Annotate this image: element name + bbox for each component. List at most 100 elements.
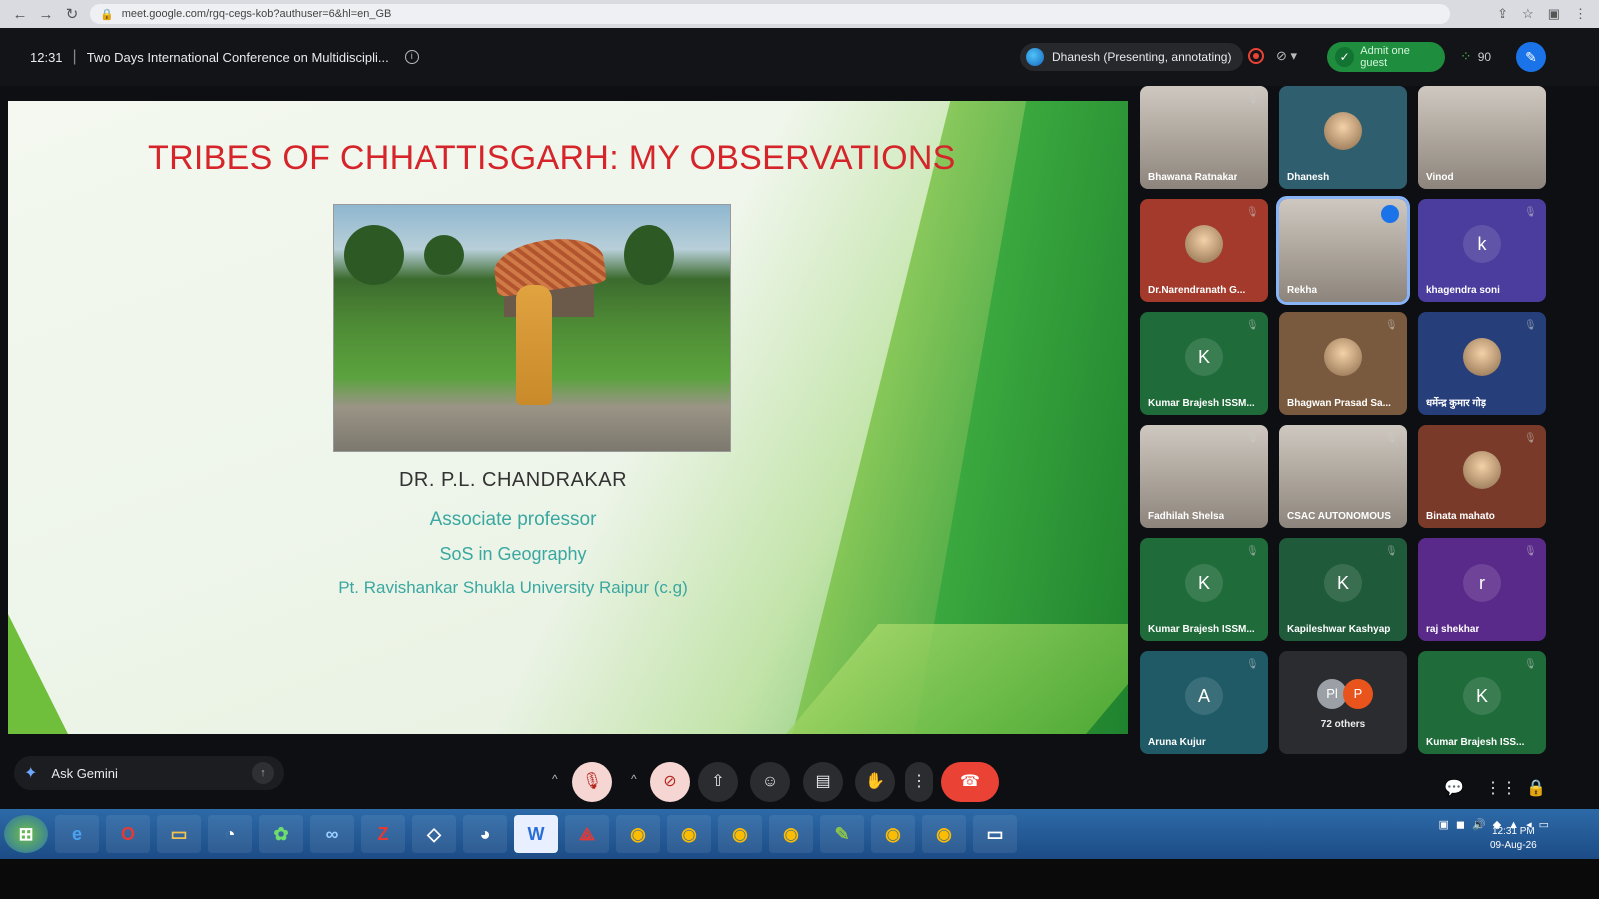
slide-photo: [333, 204, 731, 452]
file-explorer-icon[interactable]: ▭: [157, 815, 201, 853]
tray-icon[interactable]: ▣: [1438, 818, 1448, 831]
participant-tile[interactable]: Rekha: [1276, 196, 1410, 305]
participant-name: Vinod: [1426, 172, 1454, 183]
share-icon[interactable]: ⇪: [1497, 6, 1508, 22]
slide-author-department: SoS in Geography: [439, 544, 587, 564]
app-icon[interactable]: ∞: [310, 815, 354, 853]
participant-tile[interactable]: K Kapileshwar Kashyap 🎙: [1279, 538, 1407, 641]
send-arrow-icon[interactable]: ↑: [252, 762, 274, 784]
word-icon[interactable]: W: [514, 815, 558, 853]
host-controls-icon[interactable]: 🔒: [1526, 778, 1546, 798]
gemini-star-icon: ✦: [24, 765, 38, 782]
info-icon[interactable]: i: [404, 50, 419, 64]
participant-tile[interactable]: CSAC AUTONOMOUS 🎙: [1279, 425, 1407, 528]
participant-tile[interactable]: K Kumar Brajesh ISS... 🎙: [1418, 651, 1546, 754]
participant-tile[interactable]: K Kumar Brajesh ISSM... 🎙: [1140, 538, 1268, 641]
mic-options-icon[interactable]: ^: [552, 772, 558, 786]
notification-icon[interactable]: ▭: [1539, 818, 1549, 831]
chrome-icon[interactable]: ◉: [718, 815, 762, 853]
activities-grid-icon[interactable]: ⋮⋮: [1485, 778, 1517, 798]
mic-muted-icon: 🎙: [1246, 207, 1259, 218]
recording-icon[interactable]: [1248, 48, 1264, 64]
tray-icon[interactable]: ◼: [1456, 818, 1465, 831]
sidebar-icon[interactable]: ▣: [1548, 6, 1560, 22]
app-icon[interactable]: ✿: [259, 815, 303, 853]
chrome-icon[interactable]: ◉: [871, 815, 915, 853]
raise-hand-button[interactable]: ✋: [855, 762, 895, 802]
participant-avatar: [1463, 338, 1501, 377]
emoji-button[interactable]: ☺: [750, 762, 790, 802]
participant-tile[interactable]: k khagendra soni 🎙: [1418, 199, 1546, 302]
presenter-avatar: [1026, 48, 1044, 66]
participant-name: khagendra soni: [1426, 285, 1500, 296]
annotate-pen-icon[interactable]: ✎: [1516, 42, 1546, 72]
app-icon[interactable]: ✎: [820, 815, 864, 853]
chrome-icon[interactable]: ◉: [769, 815, 813, 853]
camera-options-icon[interactable]: ^: [631, 772, 637, 786]
mic-muted-icon: 🎙: [1246, 320, 1259, 331]
reload-icon[interactable]: ↻: [64, 5, 80, 23]
participant-tile[interactable]: r raj shekhar 🎙: [1418, 538, 1546, 641]
photo-woman: [516, 285, 552, 405]
app-icon[interactable]: ▭: [973, 815, 1017, 853]
admit-guest-button[interactable]: ✓ Admit one guest: [1327, 42, 1445, 72]
participant-name: Kumar Brajesh ISS...: [1426, 737, 1525, 748]
people-count[interactable]: ⁘ 90: [1460, 48, 1491, 65]
bookmark-star-icon[interactable]: ☆: [1522, 6, 1534, 22]
address-bar[interactable]: 🔒 meet.google.com/rgq-cegs-kob?authuser=…: [90, 4, 1450, 24]
slide-decor-wedge: [8, 614, 68, 734]
participant-name: Dhanesh: [1287, 172, 1330, 183]
participant-tile[interactable]: धर्मेन्द्र कुमार गोड़ 🎙: [1418, 312, 1546, 415]
menu-dots-icon[interactable]: ⋮: [1574, 6, 1587, 22]
start-button-icon[interactable]: ⊞: [4, 815, 48, 853]
participant-tile[interactable]: Bhagwan Prasad Sa... 🎙: [1279, 312, 1407, 415]
filezilla-icon[interactable]: Z: [361, 815, 405, 853]
present-screen-button[interactable]: ⇧: [698, 762, 738, 802]
more-options-button[interactable]: ⋮: [905, 762, 933, 802]
check-icon: ✓: [1335, 47, 1355, 67]
mic-muted-icon: 🎙: [1524, 207, 1537, 218]
slide-author-name: DR. P.L. CHANDRAKAR: [398, 469, 628, 491]
participant-tile[interactable]: Vinod: [1418, 86, 1546, 189]
app-icon[interactable]: ◇: [412, 815, 456, 853]
captions-button[interactable]: ▤: [803, 762, 843, 802]
camera-off-icon[interactable]: ⊘ ▾: [1276, 48, 1297, 64]
chrome-icon[interactable]: ◉: [667, 815, 711, 853]
participant-tile[interactable]: Pl P 72 others: [1279, 651, 1407, 754]
participant-avatar: K: [1185, 564, 1223, 603]
presenter-chip[interactable]: Dhanesh (Presenting, annotating): [1020, 43, 1244, 71]
app-icon[interactable]: ◕: [463, 815, 507, 853]
lock-icon: 🔒: [100, 8, 114, 21]
participant-name: Kapileshwar Kashyap: [1287, 624, 1391, 635]
mic-muted-icon: 🎙: [1524, 659, 1537, 670]
mic-off-button[interactable]: 🎙: [572, 762, 612, 802]
back-icon[interactable]: ←: [12, 6, 28, 23]
acrobat-icon[interactable]: ⟁: [565, 815, 609, 853]
people-count-value: 90: [1477, 49, 1492, 64]
chat-icon[interactable]: 💬: [1444, 778, 1464, 798]
participant-tile[interactable]: A Aruna Kujur 🎙: [1140, 651, 1268, 754]
participant-tile[interactable]: Fadhilah Shelsa 🎙: [1140, 425, 1268, 528]
participant-name: Fadhilah Shelsa: [1148, 511, 1225, 522]
opera-icon[interactable]: O: [106, 815, 150, 853]
volume-icon[interactable]: 🔊: [1472, 818, 1486, 831]
participant-avatar: [1463, 451, 1501, 490]
chrome-icon[interactable]: ◉: [616, 815, 660, 853]
participant-tile[interactable]: K Kumar Brajesh ISSM... 🎙: [1140, 312, 1268, 415]
presentation-slide: TRIBES OF CHHATTISGARH: MY OBSERVATIONS …: [8, 101, 1128, 734]
slide-author-university: Pt. Ravishankar Shukla University Raipur…: [338, 578, 688, 597]
app-icon[interactable]: ◔: [208, 815, 252, 853]
ask-gemini-box[interactable]: ✦ Ask Gemini ↑: [14, 756, 284, 790]
participant-name: Kumar Brajesh ISSM...: [1148, 398, 1255, 409]
participant-tile[interactable]: Binata mahato 🎙: [1418, 425, 1546, 528]
internet-explorer-icon[interactable]: e: [55, 815, 99, 853]
forward-icon[interactable]: →: [38, 6, 54, 23]
participant-tile[interactable]: Bhawana Ratnakar 🎙: [1140, 86, 1268, 189]
chrome-icon[interactable]: ◉: [922, 815, 966, 853]
participant-tile[interactable]: Dr.Narendranath G... 🎙: [1140, 199, 1268, 302]
end-call-button[interactable]: ☎: [941, 762, 999, 802]
taskbar-clock[interactable]: 12:31 PM 09-Aug-26: [1490, 825, 1537, 853]
participant-tile[interactable]: Dhanesh: [1279, 86, 1407, 189]
participant-avatar: k: [1463, 225, 1501, 264]
camera-off-button[interactable]: ⊘: [650, 762, 690, 802]
